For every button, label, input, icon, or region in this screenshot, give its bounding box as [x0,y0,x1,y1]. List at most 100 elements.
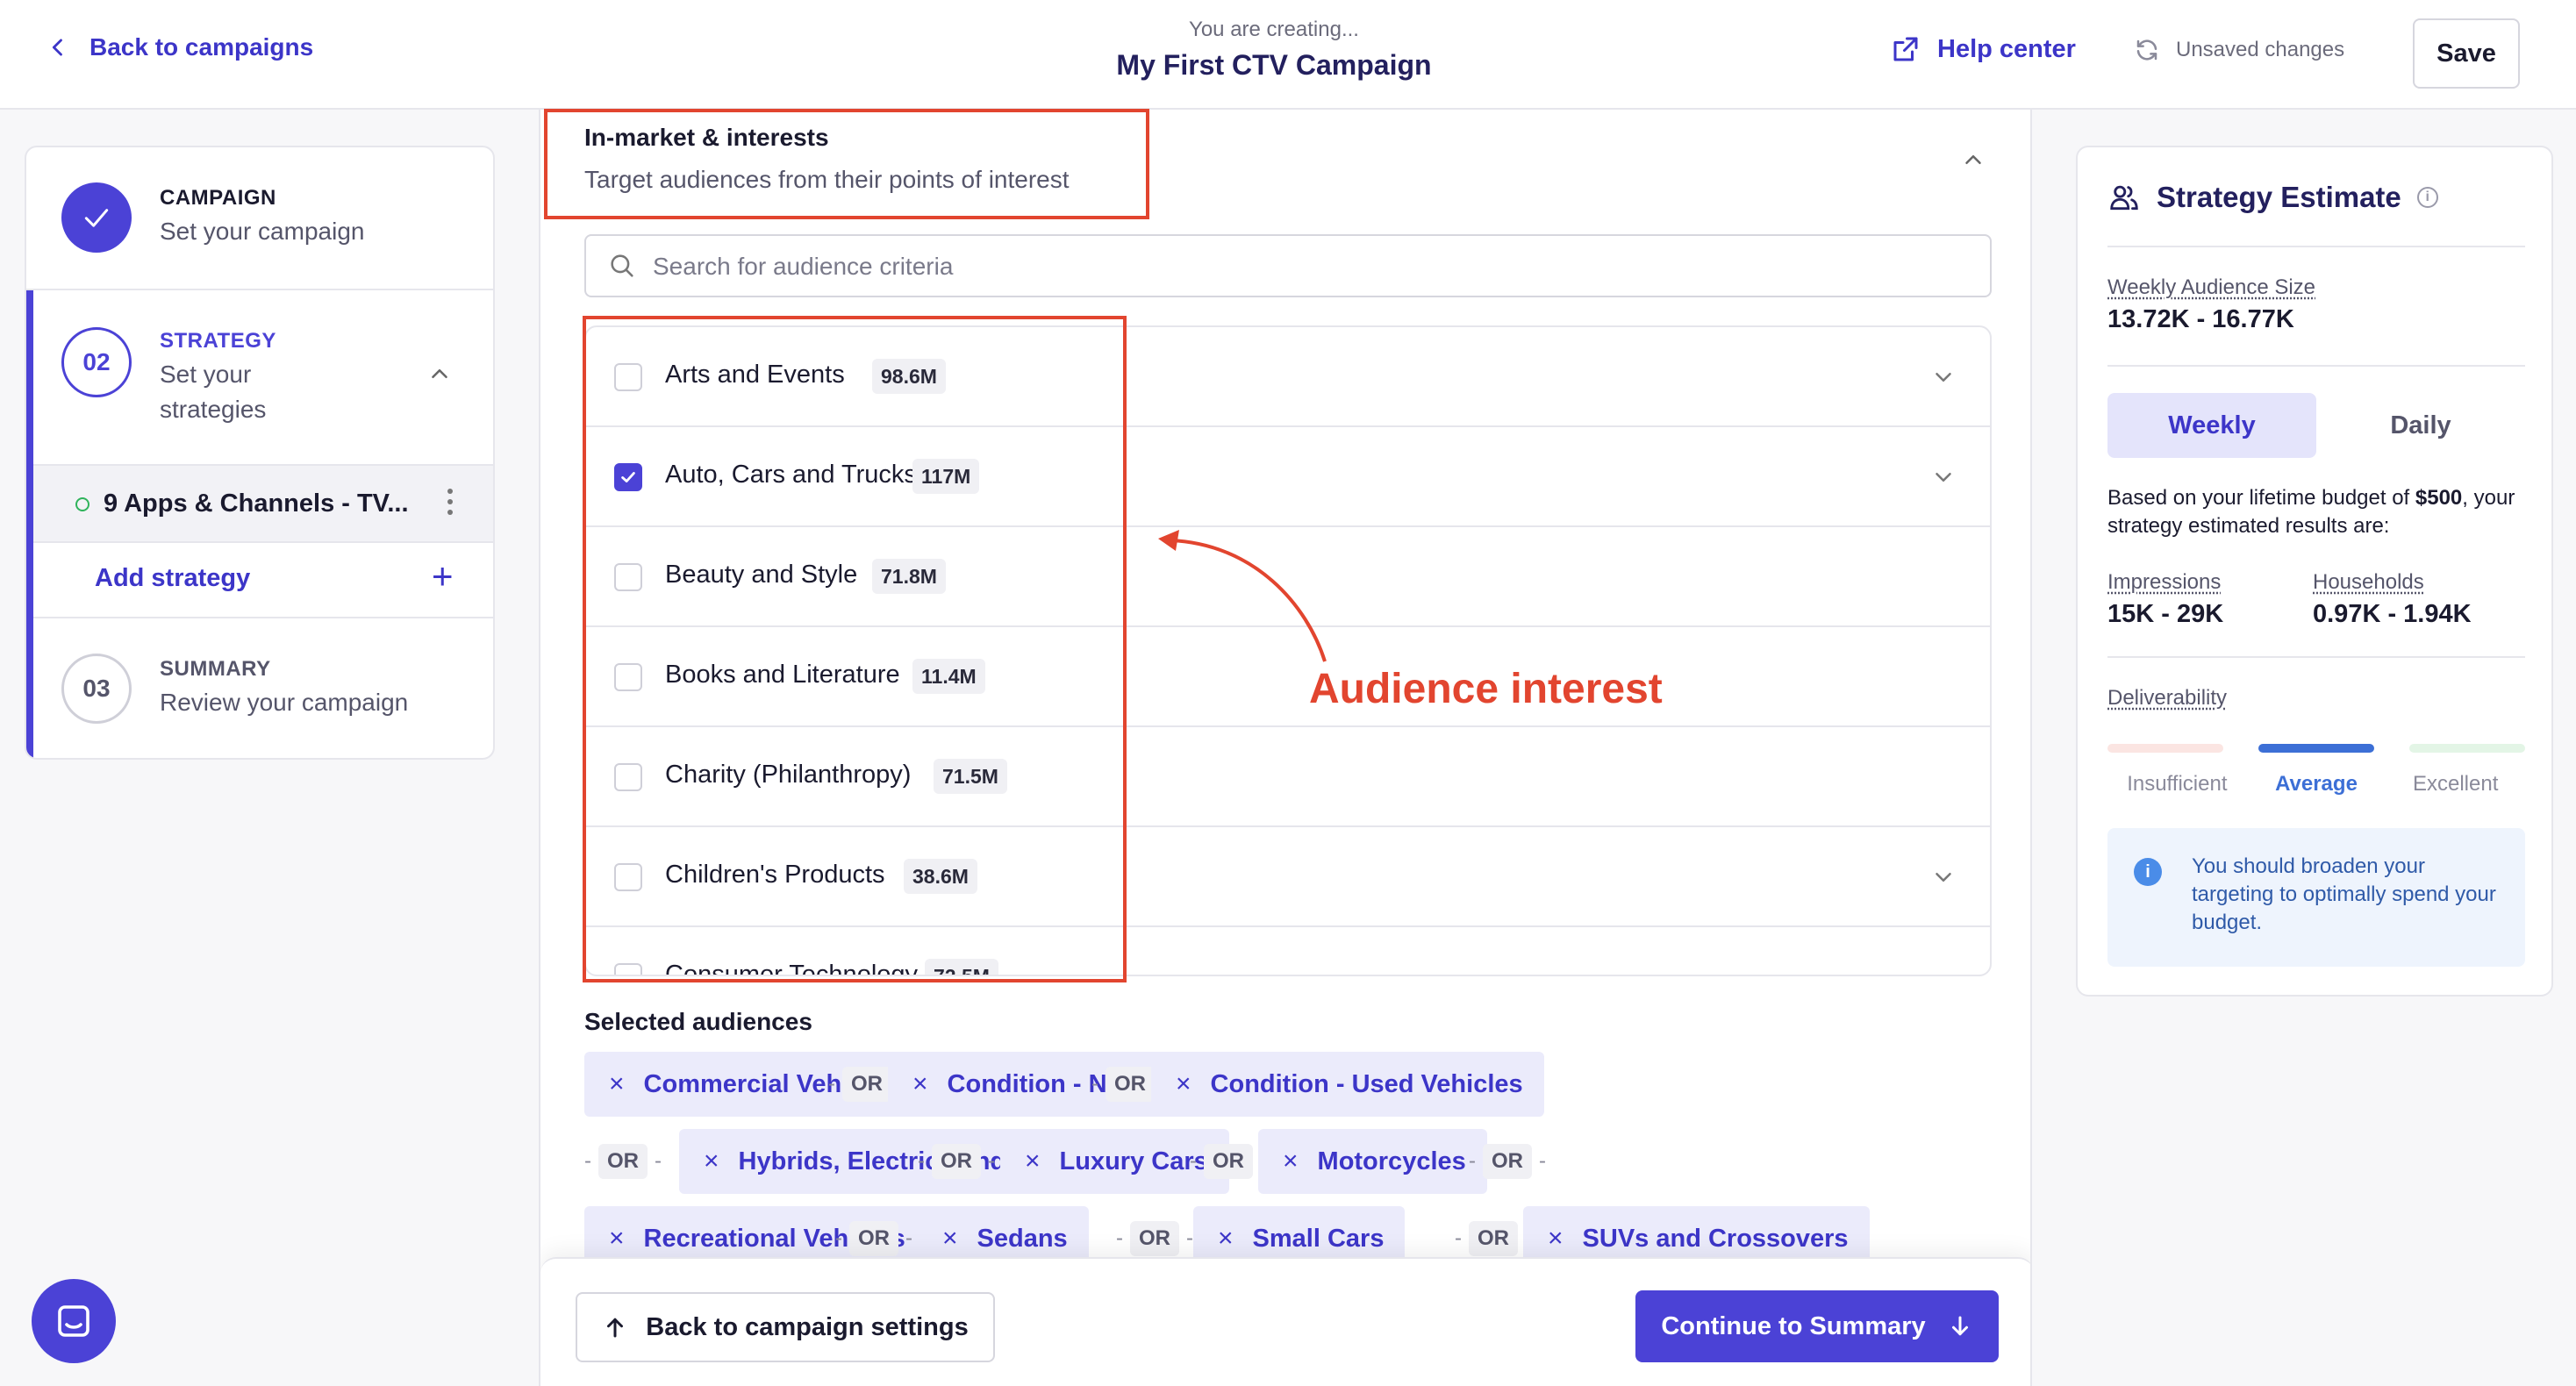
annotation-arrow-icon [1158,530,1327,662]
step-summary-kicker: SUMMARY [160,657,271,681]
step-campaign-kicker: CAMPAIGN [160,186,276,210]
remove-icon[interactable]: × [912,1069,928,1099]
or-label: OR [1130,1221,1179,1256]
tip-text: You should broaden your targeting to opt… [2192,854,2496,934]
strategy-estimate-card: Strategy Estimate i Weekly Audience Size… [2076,146,2553,997]
step-summary[interactable]: 03 SUMMARY Review your campaign [26,618,493,758]
info-icon[interactable]: i [2416,187,2438,208]
chevron-down-icon[interactable] [1930,464,1957,490]
divider [2107,656,2525,658]
creating-caption: You are creating... [1189,18,1359,41]
remove-icon[interactable]: × [942,1224,958,1254]
step-campaign-desc: Set your campaign [160,218,365,245]
or-separator: -OR- [1190,1142,1267,1181]
annotation-label: Audience interest [1309,666,1663,712]
households-label: Households [2313,570,2424,594]
budget-amount: $500 [2415,486,2463,510]
level-excellent: Excellent [2412,772,2499,796]
tab-daily[interactable]: Daily [2316,393,2525,458]
chevron-down-icon[interactable] [1930,364,1957,390]
or-separator: -OR- [584,1142,662,1181]
remove-icon[interactable]: × [1283,1147,1299,1176]
selected-audiences-title: Selected audiences [584,1008,812,1035]
add-strategy-button[interactable]: Add strategy + [33,543,493,618]
estimate-header: Strategy Estimate i [2107,181,2438,214]
meter-segment-excellent [2409,744,2525,753]
remove-icon[interactable]: × [704,1147,719,1176]
step-campaign[interactable]: CAMPAIGN Set your campaign [26,147,493,290]
meter-segment-average [2258,744,2374,753]
top-header: Back to campaigns You are creating... My… [0,0,2576,110]
impressions-label: Impressions [2107,570,2222,594]
remove-icon[interactable]: × [609,1224,625,1254]
or-label: OR [1106,1067,1155,1102]
remove-icon[interactable]: × [1548,1224,1563,1254]
footer-bar: Back to campaign settings Continue to Su… [540,1257,2030,1386]
or-label: OR [598,1144,648,1179]
chip-label: Motorcycles [1317,1147,1466,1175]
or-label: OR [932,1144,981,1179]
step-strategy-desc: Set your strategies [160,361,267,423]
audience-search [584,234,1992,297]
chevron-down-icon[interactable] [1930,864,1957,890]
period-toggle: Weekly Daily [2107,393,2525,458]
or-label: OR [849,1221,898,1256]
remove-icon[interactable]: × [609,1069,625,1099]
deliverability-levels: Insufficient Average Excellent [2107,772,2525,797]
audience-size-label: Weekly Audience Size [2107,275,2316,299]
search-input[interactable] [653,250,1951,283]
annotation-box-section [544,109,1149,219]
chat-icon [58,1305,89,1337]
back-to-settings-label: Back to campaign settings [646,1312,969,1341]
deliverability-label: Deliverability [2107,686,2228,710]
broaden-targeting-tip: i You should broaden your targeting to o… [2107,828,2525,967]
households-metric: Households 0.97K - 1.94K [2313,570,2472,629]
step-summary-number: 03 [61,654,132,724]
step-strategy[interactable]: 02 STRATEGY Set your strategies [33,290,493,466]
chip-label: Small Cars [1252,1224,1385,1253]
impressions-metric: Impressions 15K - 29K [2107,570,2223,629]
or-separator: -OR- [1116,1219,1193,1258]
remove-icon[interactable]: × [1218,1224,1234,1254]
strategy-item[interactable]: 9 Apps & Channels - TV... [33,466,493,543]
level-insufficient: Insufficient [2127,772,2228,796]
info-icon: i [2134,858,2162,886]
continue-to-summary-button[interactable]: Continue to Summary [1635,1290,1999,1362]
chat-launcher-button[interactable] [32,1279,116,1363]
campaign-stepper: CAMPAIGN Set your campaign 02 STRATEGY S… [25,146,495,760]
or-label: OR [1204,1144,1253,1179]
more-options-icon[interactable] [447,489,454,515]
chip-label: Luxury Cars [1059,1147,1208,1175]
estimate-title: Strategy Estimate [2157,181,2401,213]
chevron-up-icon[interactable] [426,361,453,387]
help-center-link[interactable]: Help center [1890,33,2076,65]
households-value: 0.97K - 1.94K [2313,600,2472,628]
sync-icon [2136,39,2157,61]
remove-icon[interactable]: × [1025,1147,1041,1176]
arrow-down-icon [1951,1316,1968,1336]
chevron-up-icon[interactable] [1960,146,1986,173]
chip-label: Condition - Used Vehicles [1210,1069,1523,1098]
continue-label: Continue to Summary [1661,1311,1926,1340]
back-to-settings-button[interactable]: Back to campaign settings [576,1292,995,1362]
unsaved-status: Unsaved changes [2134,37,2344,63]
selected-audience-chip[interactable]: × Motorcycles [1258,1129,1487,1194]
add-strategy-label: Add strategy [95,564,251,592]
campaign-name: My First CTV Campaign [1116,49,1432,81]
users-icon [2110,185,2138,211]
impressions-value: 15K - 29K [2107,600,2224,628]
unsaved-label: Unsaved changes [2176,38,2345,61]
back-to-campaigns-link[interactable]: Back to campaigns [46,33,313,61]
audience-size: Weekly Audience Size 13.72K - 16.77K [2107,275,2315,334]
divider [2107,246,2525,247]
search-icon [611,254,633,277]
or-separator: -OR- [1455,1219,1532,1258]
tab-weekly[interactable]: Weekly [2107,393,2316,458]
or-label: OR [1483,1144,1532,1179]
remove-icon[interactable]: × [1176,1069,1191,1099]
or-label: OR [842,1067,891,1102]
or-separator: -OR- [918,1142,995,1181]
level-average: Average [2275,772,2358,796]
save-button[interactable]: Save [2413,18,2520,89]
selected-audience-chip[interactable]: × Condition - Used Vehicles [1151,1052,1544,1117]
